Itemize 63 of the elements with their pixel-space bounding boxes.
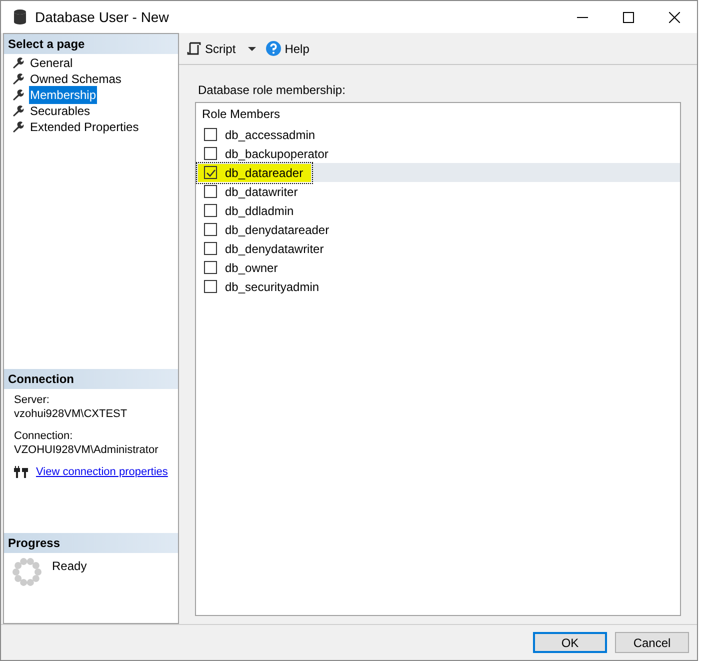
sidebar-item[interactable]: General <box>29 54 74 72</box>
server-value: vzohui928VM\CXTEST <box>14 407 128 421</box>
role-checkbox[interactable] <box>204 204 217 217</box>
column-header: Role Members <box>201 106 282 123</box>
sidebar-item[interactable]: Owned Schemas <box>29 70 122 88</box>
role-row[interactable]: db_backupoperator <box>196 144 680 163</box>
help-button[interactable]: Help <box>266 40 310 58</box>
role-row[interactable]: db_datareader <box>196 163 680 182</box>
role-row[interactable]: db_datawriter <box>196 182 680 201</box>
role-name: db_denydatawriter <box>225 240 325 258</box>
role-checkbox[interactable] <box>204 166 217 179</box>
wrench-icon <box>12 121 24 133</box>
spinner-icon <box>12 557 42 587</box>
role-checkbox[interactable] <box>204 280 217 293</box>
script-icon <box>187 42 201 56</box>
sidebar-item[interactable]: Securables <box>29 102 92 120</box>
server-label: Server: <box>14 393 50 407</box>
dialog-button[interactable]: Cancel <box>615 632 689 653</box>
role-name: db_owner <box>225 260 279 276</box>
role-row[interactable]: db_denydatareader <box>196 220 680 239</box>
role-name: db_denydatareader <box>225 222 330 238</box>
role-row[interactable]: db_accessadmin <box>196 125 680 144</box>
sidebar-item[interactable]: Extended Properties <box>29 118 140 136</box>
role-row[interactable]: db_securityadmin <box>196 277 680 296</box>
wrench-icon <box>12 89 24 101</box>
script-button[interactable]: Script <box>187 40 236 58</box>
role-checkbox[interactable] <box>204 147 217 160</box>
role-checkbox[interactable] <box>204 261 217 274</box>
role-name: db_accessadmin <box>225 126 316 144</box>
dialog-button[interactable]: OK <box>533 632 607 653</box>
minimize-icon <box>576 16 588 18</box>
role-row[interactable]: db_owner <box>196 258 680 277</box>
section-heading: Select a page <box>4 34 178 54</box>
role-checkbox[interactable] <box>204 128 217 141</box>
section-heading: Connection <box>4 369 178 389</box>
dropdown-arrow-icon[interactable] <box>248 46 256 50</box>
wrench-icon <box>12 105 24 117</box>
wrench-icon <box>12 73 24 85</box>
sidebar-item[interactable]: Membership <box>29 86 98 104</box>
maximize-icon <box>622 12 634 22</box>
role-row[interactable]: db_ddladmin <box>196 201 680 220</box>
check-icon <box>206 168 216 176</box>
role-name: db_securityadmin <box>225 278 320 296</box>
role-name: db_datawriter <box>225 184 299 200</box>
connection-value: VZOHUI928VM\Administrator <box>14 443 160 457</box>
role-checkbox[interactable] <box>204 242 217 255</box>
help-icon <box>266 41 281 56</box>
section-label: Database role membership: <box>198 82 346 99</box>
role-checkbox[interactable] <box>204 185 217 198</box>
window-title: Database User - New <box>35 8 169 26</box>
wrench-icon <box>12 57 24 69</box>
role-checkbox[interactable] <box>204 223 217 236</box>
role-name: db_backupoperator <box>225 146 330 162</box>
plug-icon <box>14 466 28 478</box>
connection-properties-link[interactable]: View connection properties <box>36 465 168 479</box>
close-icon <box>668 12 680 22</box>
role-row[interactable]: db_denydatawriter <box>196 239 680 258</box>
role-name: db_datareader <box>225 164 304 182</box>
role-name: db_ddladmin <box>225 202 295 220</box>
database-icon <box>13 9 27 25</box>
connection-label: Connection: <box>14 429 74 443</box>
progress-status: Ready <box>52 558 87 575</box>
section-heading: Progress <box>4 533 178 553</box>
